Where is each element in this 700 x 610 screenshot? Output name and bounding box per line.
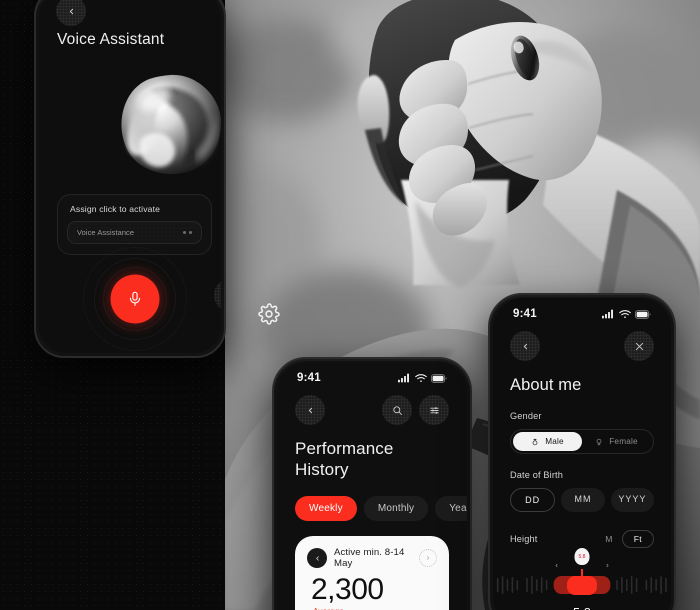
chevron-left-icon[interactable]	[554, 563, 559, 568]
card-range-header: Active min. 8-14 May	[307, 547, 437, 569]
date-of-birth-label: Date of Birth	[510, 470, 564, 480]
status-time: 9:41	[513, 308, 537, 320]
date-of-birth-inputs: DD MM YYYY	[510, 488, 654, 512]
about-close-button[interactable]	[624, 331, 654, 361]
chevron-right-icon[interactable]	[605, 563, 610, 568]
about-nav-bar	[493, 320, 671, 361]
about-me-screen: 9:41 About me Gender Male Female Date of…	[493, 298, 671, 610]
phone-volume-up-button[interactable]	[34, 80, 35, 106]
settings-overlay-button[interactable]	[258, 303, 280, 325]
performance-search-button[interactable]	[382, 395, 412, 425]
performance-filter-button[interactable]	[419, 395, 449, 425]
assign-action-row[interactable]: Voice Assistance	[67, 221, 202, 244]
microphone-icon	[129, 291, 141, 306]
chevron-left-icon	[315, 556, 319, 561]
gear-icon	[258, 303, 280, 325]
gender-option-male[interactable]: Male	[513, 432, 582, 451]
height-unit-meters[interactable]: M	[605, 534, 612, 544]
height-unit-feet[interactable]: Ft	[621, 530, 654, 548]
tab-yearly[interactable]: Yearly	[435, 496, 467, 522]
filter-sliders-icon	[429, 406, 439, 414]
chevron-right-icon	[426, 556, 430, 561]
height-tick-current: 5.8	[573, 606, 591, 610]
signal-bars-icon	[398, 373, 409, 383]
range-label: Active min. 8-14 May	[334, 547, 405, 570]
voice-back-button[interactable]	[56, 0, 86, 26]
dob-day-input[interactable]: DD	[510, 488, 556, 512]
gender-option-female-label: Female	[609, 437, 638, 446]
height-tick-labels: 5.4 5.6 5.7 5.8 5.9 6.0 6.1	[493, 606, 671, 610]
dob-month-input[interactable]: MM	[561, 488, 605, 512]
about-back-button[interactable]	[510, 331, 540, 361]
performance-back-button[interactable]	[295, 395, 325, 425]
height-slider-thumb[interactable]	[567, 576, 597, 595]
voice-orb	[111, 69, 221, 179]
height-section-header: Height M Ft	[493, 530, 671, 548]
range-prev-button[interactable]	[307, 548, 327, 569]
voice-assistant-screen: Voice Assistant Assign click to activate…	[39, 0, 221, 353]
about-page-title: About me	[510, 376, 582, 394]
close-x-icon	[635, 342, 643, 350]
battery-icon	[635, 309, 651, 319]
gender-label: Gender	[510, 411, 542, 421]
tab-monthly[interactable]: Monthly	[363, 496, 429, 522]
drag-handle-dots-icon[interactable]	[183, 231, 192, 234]
active-minutes-card: Active min. 8-14 May 2,300 Average 3k-Ac…	[295, 536, 449, 610]
voice-assistant-title: Voice Assistant	[57, 31, 165, 48]
dob-year-input[interactable]: YYYY	[610, 488, 654, 512]
height-stepper-arrows	[554, 563, 610, 568]
battery-icon	[431, 373, 447, 383]
height-label: Height	[510, 534, 538, 544]
voice-close-button[interactable]	[214, 278, 221, 312]
record-mic-button[interactable]	[110, 274, 160, 324]
phone-volume-down-button[interactable]	[34, 114, 35, 140]
performance-page-title: Performance History	[295, 439, 394, 479]
assign-action-value: Voice Assistance	[77, 228, 135, 237]
voice-assistant-phone: Voice Assistant Assign click to activate…	[34, 0, 226, 358]
status-time: 9:41	[297, 372, 321, 384]
average-value: 2,300	[311, 573, 384, 607]
performance-nav-bar	[277, 384, 467, 425]
about-status-bar: 9:41	[493, 298, 671, 320]
chrome-blob-orb-icon	[121, 74, 221, 175]
gender-option-female[interactable]: Female	[582, 432, 651, 451]
tab-weekly[interactable]: Weekly	[295, 496, 357, 522]
female-symbol-icon	[596, 438, 602, 445]
wifi-icon	[619, 310, 631, 318]
height-slider[interactable]: 5.8	[493, 548, 671, 604]
mic-button-wrapper	[80, 244, 190, 353]
male-symbol-icon	[532, 438, 538, 445]
performance-history-screen: 9:41 Performance History Weekly Monthly …	[277, 362, 467, 610]
chevron-left-icon	[523, 343, 527, 349]
about-me-phone: 9:41 About me Gender Male Female Date of…	[488, 293, 676, 610]
gender-segmented-control: Male Female	[510, 429, 654, 454]
height-unit-toggle: M Ft	[605, 530, 654, 548]
assign-card-label: Assign click to activate	[70, 204, 161, 214]
wifi-icon	[415, 374, 427, 382]
gender-option-male-label: Male	[545, 437, 564, 446]
chevron-left-icon	[69, 8, 73, 14]
chevron-left-icon	[308, 407, 312, 413]
range-next-button[interactable]	[419, 549, 437, 568]
performance-period-tabs: Weekly Monthly Yearly	[277, 480, 467, 522]
search-icon	[392, 405, 402, 415]
performance-history-phone: 9:41 Performance History Weekly Monthly …	[272, 357, 472, 610]
signal-bars-icon	[602, 309, 613, 319]
performance-status-bar: 9:41	[277, 362, 467, 384]
